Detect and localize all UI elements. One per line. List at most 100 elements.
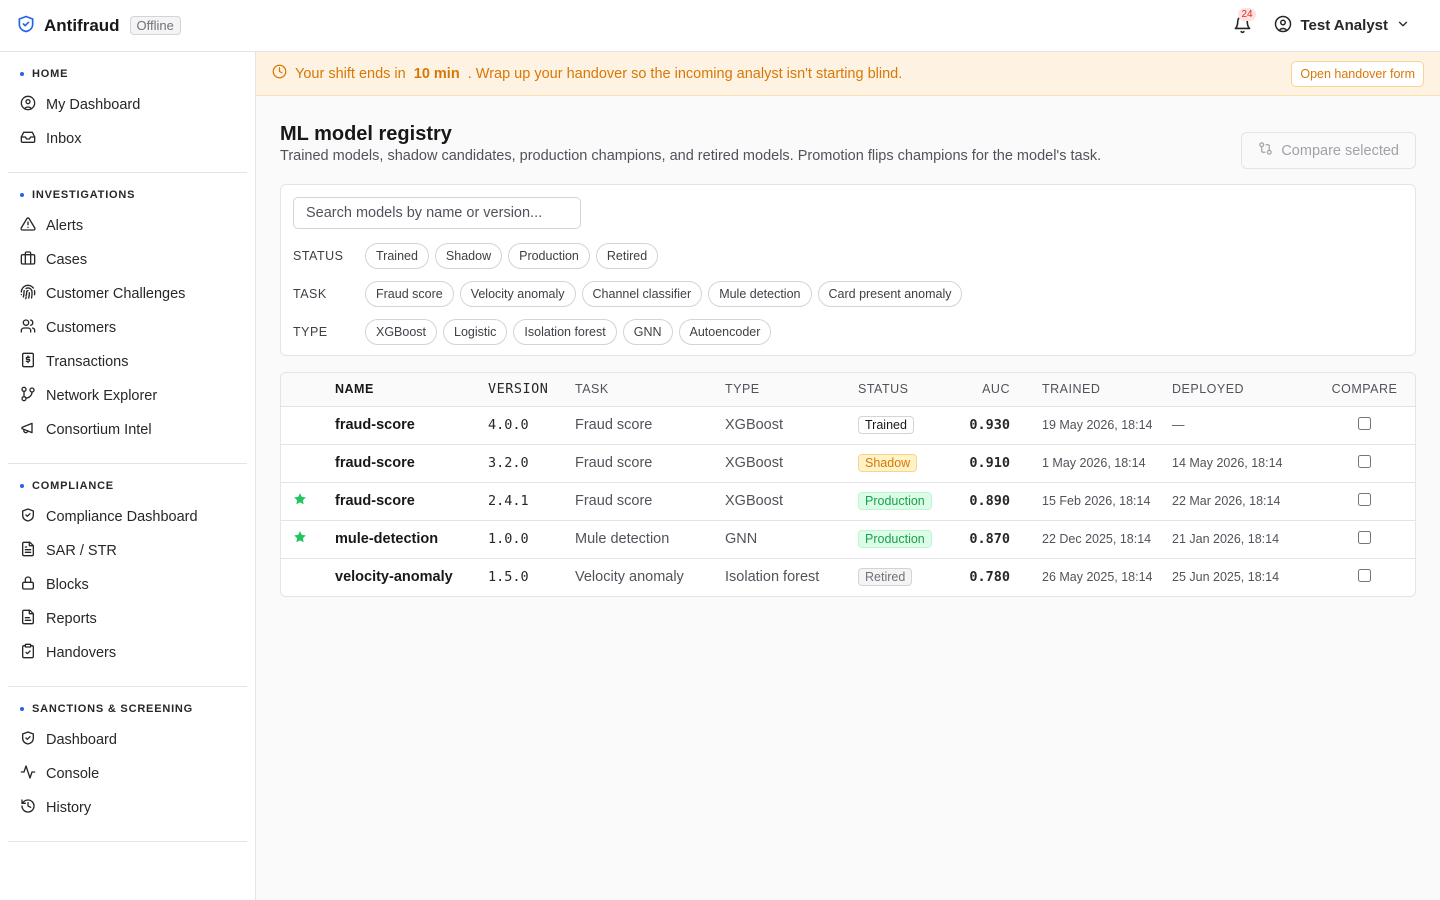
filter-chip-isolation-forest[interactable]: Isolation forest: [513, 319, 617, 345]
filter-label: TASK: [293, 287, 327, 301]
sidebar-item-handovers[interactable]: Handovers: [8, 636, 247, 670]
model-task: Velocity anomaly: [575, 569, 684, 586]
status-cell: Trained: [850, 406, 950, 445]
filter-chip-gnn[interactable]: GNN: [622, 319, 673, 345]
compare-checkbox[interactable]: [1358, 568, 1371, 582]
model-version: 4.0.0: [480, 406, 567, 445]
column-header-deployed: DEPLOYED: [1164, 373, 1314, 407]
filter-chip-autoencoder[interactable]: Autoencoder: [678, 319, 772, 345]
clipboard-check-icon: [20, 643, 36, 663]
table-row[interactable]: fraud-score 2.4.1 Fraud score XGBoost Produc…: [281, 482, 1415, 521]
search-input[interactable]: [293, 197, 581, 229]
sidebar-item-blocks[interactable]: Blocks: [8, 568, 247, 602]
model-version: 3.2.0: [480, 444, 567, 483]
user-menu[interactable]: Test Analyst: [1274, 15, 1410, 37]
table-row[interactable]: fraud-score 4.0.0 Fraud score XGBoost Traine…: [281, 406, 1415, 445]
open-handover-form-button[interactable]: Open handover form: [1291, 60, 1424, 87]
status-badge: Shadow: [858, 454, 918, 472]
filter-chip-mule-detection[interactable]: Mule detection: [708, 281, 812, 307]
deployed-date: —: [1164, 406, 1314, 445]
sidebar-item-my-dashboard[interactable]: My Dashboard: [8, 88, 247, 122]
filter-chip-trained[interactable]: Trained: [365, 243, 429, 269]
filter-chip-xgboost[interactable]: XGBoost: [365, 319, 438, 345]
user-circle-icon: [1274, 15, 1292, 37]
nav-section-heading: HOME: [8, 64, 247, 88]
warning-icon: [20, 216, 36, 236]
file-text-icon: [20, 541, 36, 561]
model-task: Fraud score: [567, 406, 717, 445]
table-row[interactable]: fraud-score 3.2.0 Fraud score XGBoost Shadow…: [281, 444, 1415, 483]
sidebar-item-label: Alerts: [46, 218, 84, 234]
sidebar-item-inbox[interactable]: Inbox: [8, 122, 247, 156]
sidebar-item-reports[interactable]: Reports: [8, 602, 247, 636]
model-version: 1.0.0: [480, 520, 567, 559]
filter-chip-logistic[interactable]: Logistic: [443, 319, 508, 345]
trained-date: 26 May 2025, 18:14: [1042, 570, 1153, 585]
section-dot-icon: [20, 707, 24, 711]
nav-section-heading: COMPLIANCE: [8, 476, 247, 500]
sidebar-item-label: Consortium Intel: [46, 422, 152, 438]
filter-chip-production[interactable]: Production: [508, 243, 590, 269]
compare-checkbox[interactable]: [1358, 416, 1371, 430]
shield-check-icon: [20, 730, 36, 750]
sidebar-item-network-explorer[interactable]: Network Explorer: [8, 379, 247, 413]
filter-row-task: TASK Fraud score Velocity anomaly Channel c…: [293, 281, 1403, 307]
compare-selected-button[interactable]: Compare selected: [1241, 132, 1416, 169]
sidebar-item-label: Cases: [46, 252, 88, 268]
compare-checkbox[interactable]: [1358, 530, 1371, 544]
status-cell: Production: [850, 520, 950, 559]
notifications-button[interactable]: 24: [1232, 7, 1256, 36]
shield-logo-icon: [16, 14, 36, 37]
sidebar-item-label: Handovers: [46, 645, 117, 661]
sidebar-item-compliance-dashboard[interactable]: Compliance Dashboard: [8, 500, 247, 534]
status-cell: Shadow: [850, 444, 950, 483]
model-name[interactable]: fraud-score: [327, 482, 480, 521]
sidebar-item-sar-str[interactable]: SAR / STR: [8, 534, 247, 568]
sidebar-item-alerts[interactable]: Alerts: [8, 209, 247, 243]
champion-cell: [281, 482, 327, 521]
model-name[interactable]: mule-detection: [327, 520, 480, 559]
model-name[interactable]: fraud-score: [327, 406, 480, 445]
brand[interactable]: Antifraud Offline: [16, 14, 181, 37]
filter-chip-card-present-anomaly[interactable]: Card present anomaly: [817, 281, 963, 307]
document-icon: [20, 609, 36, 629]
table-row[interactable]: mule-detection 1.0.0 Mule detection GNN Prod…: [281, 520, 1415, 559]
sidebar-item-cases[interactable]: Cases: [8, 243, 247, 277]
compare-checkbox[interactable]: [1358, 492, 1371, 506]
model-auc: 0.930: [950, 406, 1018, 445]
shift-end-banner: Your shift ends in 10 min . Wrap up your…: [256, 52, 1440, 96]
sidebar: HOME My Dashboard Inbox INVESTIGATIONS Alert…: [0, 52, 256, 900]
trained-date: 22 Dec 2025, 18:14: [1018, 520, 1164, 559]
model-auc: 0.910: [950, 444, 1018, 483]
sidebar-item-consortium-intel[interactable]: Consortium Intel: [8, 413, 247, 447]
nav-section-home: HOME My Dashboard Inbox: [8, 52, 247, 173]
compare-checkbox[interactable]: [1358, 454, 1371, 468]
model-task: Fraud score: [567, 444, 717, 483]
sidebar-item-console[interactable]: Console: [8, 757, 247, 791]
table-header-row: NAME VERSION TASK TYPE STATUS AUC TRAINED DEPLO…: [281, 373, 1415, 407]
champion-cell: [281, 558, 327, 596]
banner-text: Your shift ends in 10 min . Wrap up your…: [295, 66, 902, 82]
main-content: Your shift ends in 10 min . Wrap up your…: [256, 52, 1440, 900]
filter-chip-channel-classifier[interactable]: Channel classifier: [581, 281, 703, 307]
sidebar-item-label: Transactions: [46, 354, 129, 370]
filter-chip-fraud-score[interactable]: Fraud score: [365, 281, 454, 307]
sidebar-item-customer-challenges[interactable]: Customer Challenges: [8, 277, 247, 311]
champion-star-icon: [293, 493, 307, 510]
filter-chip-retired[interactable]: Retired: [595, 243, 659, 269]
compare-selected-label: Compare selected: [1281, 142, 1399, 159]
sidebar-item-label: Customers: [46, 320, 117, 336]
model-name[interactable]: velocity-anomaly: [327, 558, 480, 596]
sidebar-item-dashboard[interactable]: Dashboard: [8, 723, 247, 757]
model-name[interactable]: fraud-score: [327, 444, 480, 483]
model-version: 1.5.0: [488, 569, 529, 586]
sidebar-item-transactions[interactable]: Transactions: [8, 345, 247, 379]
filter-chip-shadow[interactable]: Shadow: [434, 243, 503, 269]
filter-label: STATUS: [293, 249, 344, 263]
sidebar-item-customers[interactable]: Customers: [8, 311, 247, 345]
filter-chip-velocity-anomaly[interactable]: Velocity anomaly: [459, 281, 576, 307]
table-row[interactable]: velocity-anomaly 1.5.0 Velocity anomaly Iso…: [281, 558, 1415, 596]
sidebar-item-history[interactable]: History: [8, 791, 247, 825]
user-name: Test Analyst: [1300, 17, 1388, 34]
nav-section-sanctions-screening: SANCTIONS & SCREENING Dashboard Console His…: [8, 687, 247, 842]
